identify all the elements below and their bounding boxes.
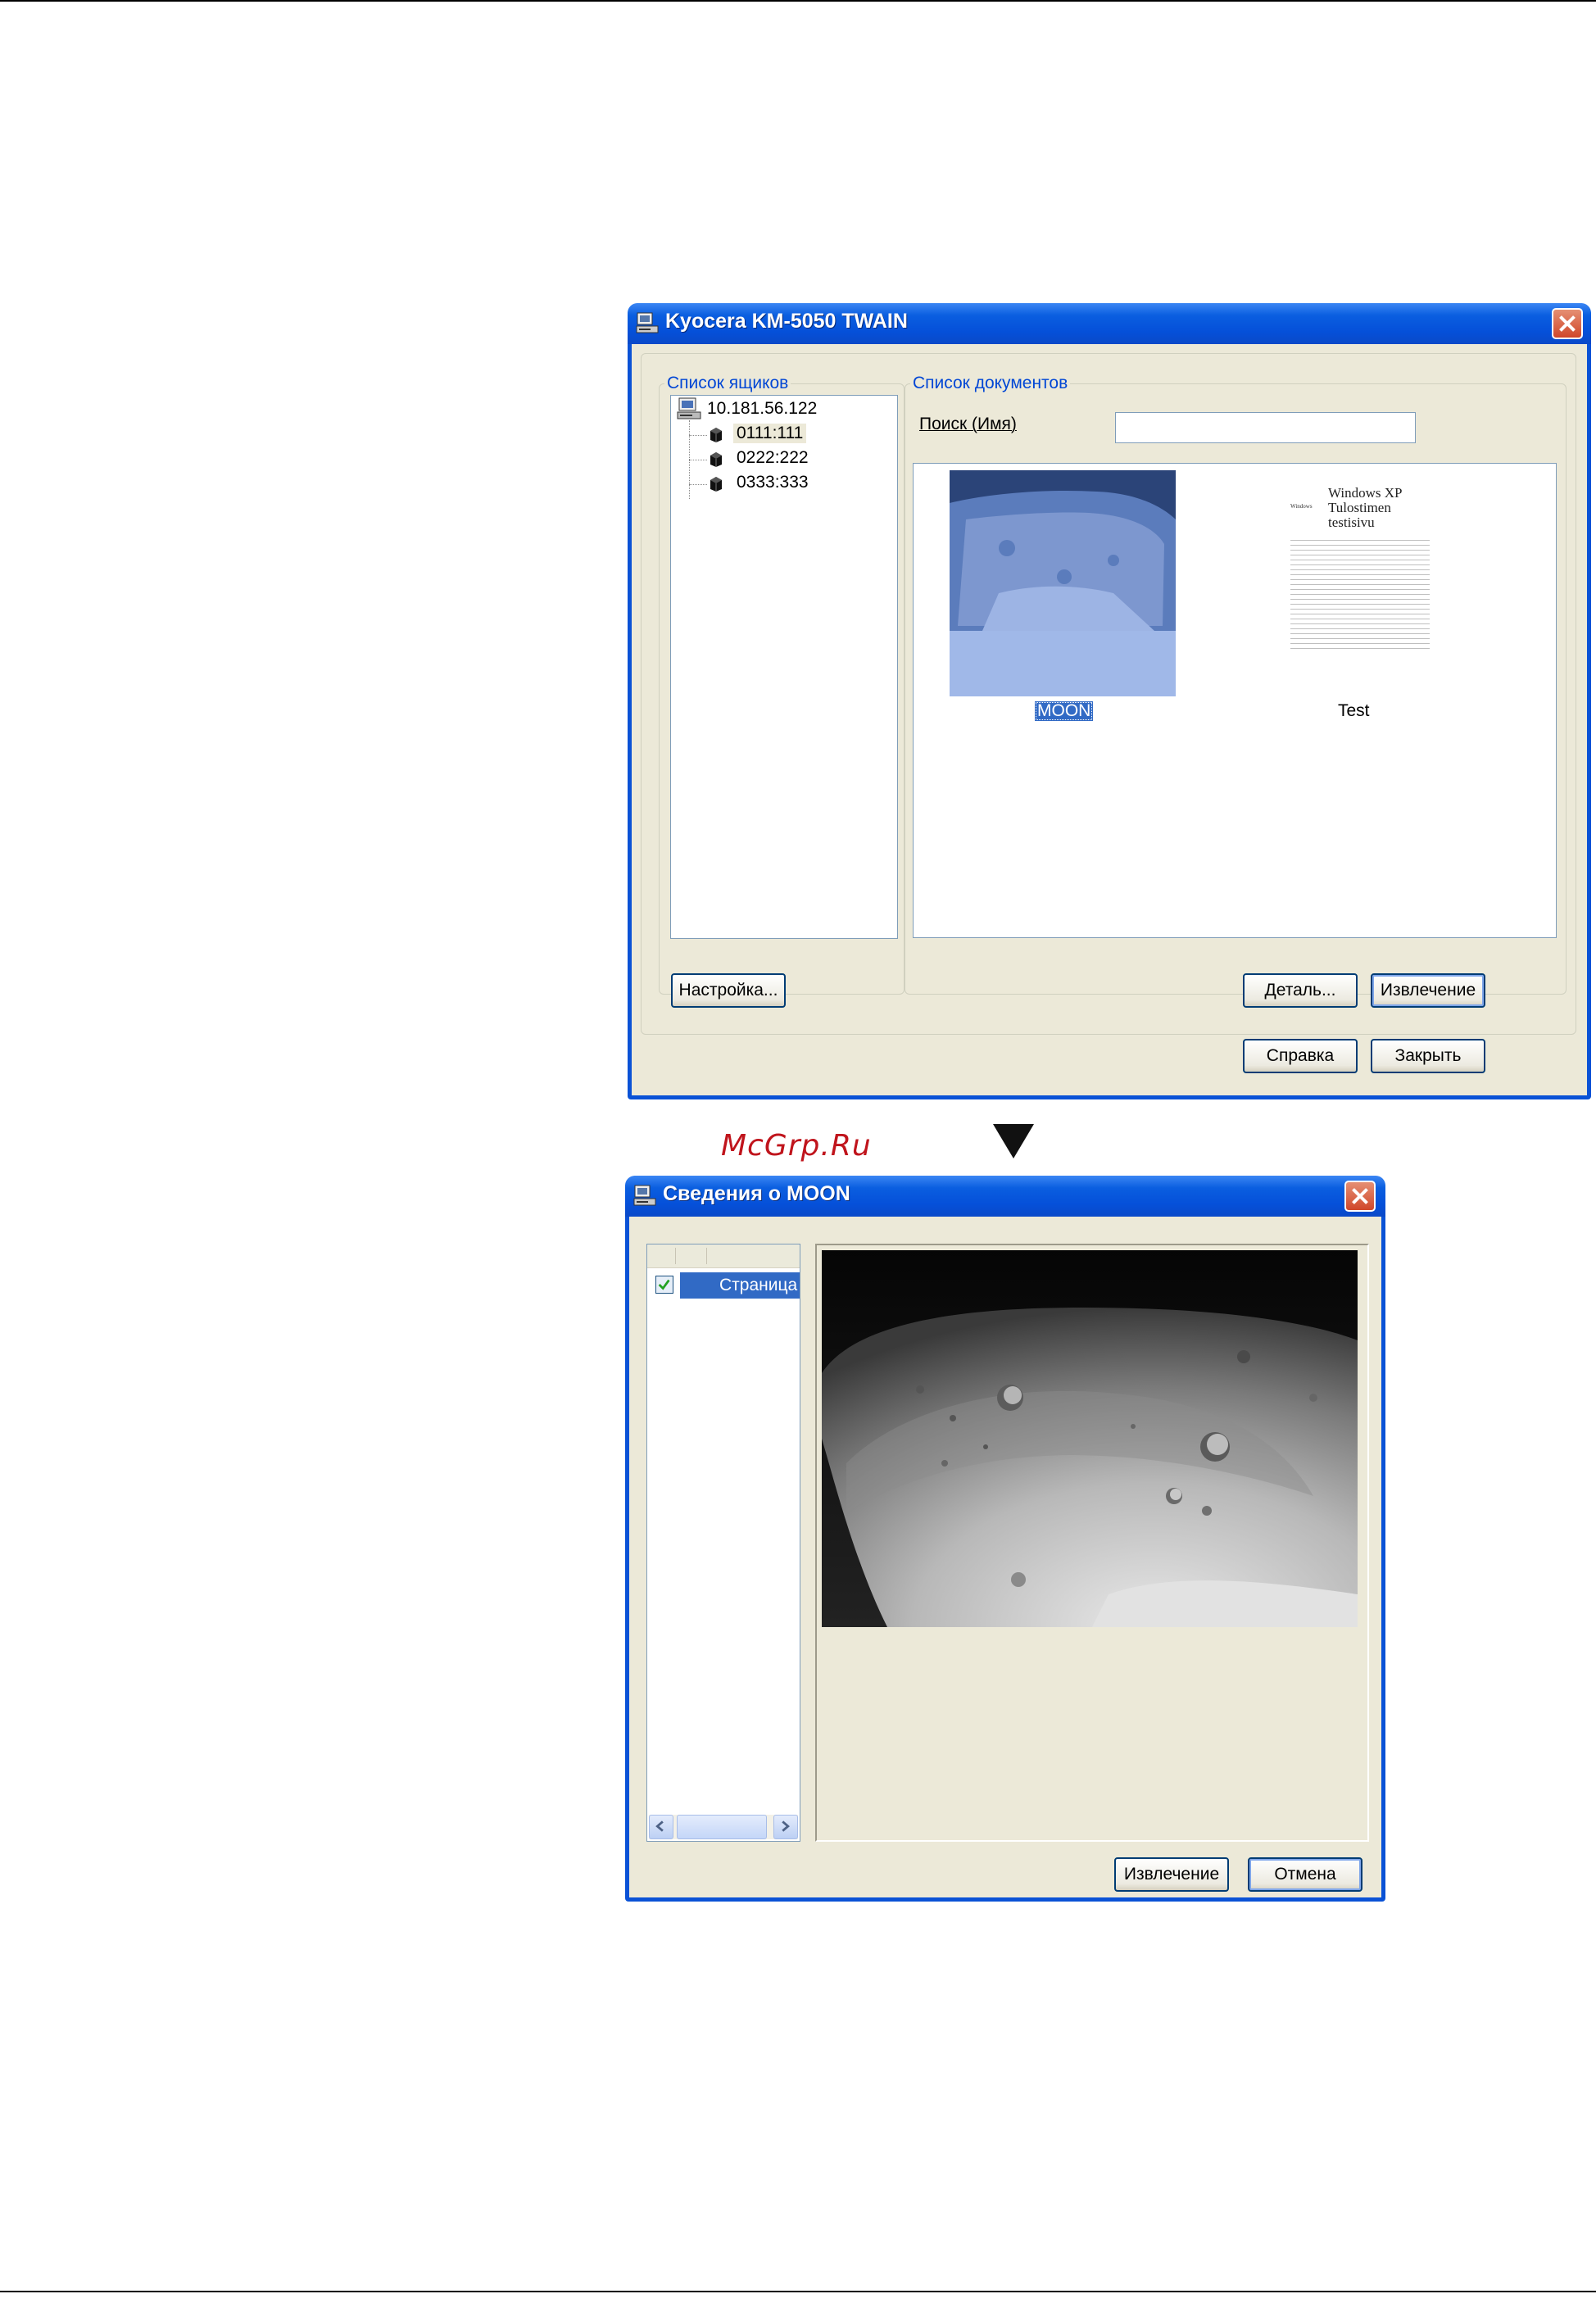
chevron-left-icon (655, 1820, 664, 1832)
search-label: Поиск (Имя) (919, 415, 1017, 433)
details-dialog: Сведения о MOON Страница Извлечение Отме… (625, 1176, 1385, 1902)
test-thumbnail: Windows Windows XP Tulostimen testisivu (1241, 470, 1467, 696)
top-rule (0, 0, 1596, 2)
details-button[interactable]: Деталь... (1243, 973, 1358, 1008)
close-button[interactable]: Закрыть (1371, 1039, 1485, 1073)
tree-root-server[interactable]: 10.181.56.122 (707, 399, 817, 419)
scanner-app-icon (633, 1185, 656, 1206)
watermark-text: McGrp.Ru (721, 1129, 872, 1163)
page-list-header (647, 1244, 800, 1268)
test-label: Test (1338, 701, 1370, 720)
checkmark-icon (658, 1279, 670, 1290)
scroll-thumb[interactable] (677, 1815, 767, 1839)
horizontal-scrollbar[interactable] (649, 1815, 798, 1839)
close-icon[interactable] (1552, 308, 1583, 339)
test-preview-line-1: Windows XP (1328, 485, 1403, 501)
document-item-test[interactable]: Windows Windows XP Tulostimen testisivu … (1241, 470, 1467, 732)
twain-client-area: Список ящиков 10.181.56.122 0111:111 022… (632, 344, 1587, 1095)
close-icon[interactable] (1344, 1181, 1376, 1212)
scroll-left-button[interactable] (649, 1815, 673, 1839)
page-row[interactable]: Страница (647, 1272, 800, 1299)
search-input[interactable] (1115, 412, 1416, 443)
moon-thumbnail (950, 470, 1176, 696)
page-checkbox[interactable] (655, 1276, 673, 1294)
test-preview-line-2: Tulostimen (1328, 500, 1391, 515)
server-icon (677, 397, 701, 419)
preview-pane (815, 1244, 1369, 1842)
chevron-right-icon (782, 1820, 790, 1832)
moon-preview-image (822, 1250, 1358, 1627)
tree-line (689, 484, 707, 485)
moon-label: MOON (1035, 701, 1094, 721)
tree-box-item-0333[interactable]: 0333:333 (737, 473, 809, 492)
down-arrow-icon (993, 1124, 1034, 1158)
tree-line (689, 435, 707, 436)
details-titlebar[interactable]: Сведения о MOON (625, 1176, 1385, 1217)
box-list-legend: Список ящиков (664, 374, 791, 393)
help-button[interactable]: Справка (1243, 1039, 1358, 1073)
document-thumbnails[interactable]: MOON Windows Windows XP Tulostimen testi… (913, 463, 1557, 938)
tree-box-item-0111[interactable]: 0111:111 (733, 424, 807, 443)
twain-title: Kyocera KM-5050 TWAIN (665, 310, 908, 333)
test-preview-body (1290, 536, 1430, 651)
document-item-moon[interactable]: MOON (950, 470, 1176, 732)
test-preview-line-3: testisivu (1328, 515, 1375, 530)
box-icon (710, 452, 722, 467)
box-icon (710, 477, 722, 492)
box-icon (710, 428, 722, 442)
settings-button[interactable]: Настройка... (671, 973, 786, 1008)
twain-dialog: Kyocera KM-5050 TWAIN Список ящиков 10.1… (628, 303, 1591, 1099)
tree-box-item-0222[interactable]: 0222:222 (737, 448, 809, 468)
extract-button[interactable]: Извлечение (1114, 1857, 1229, 1892)
document-list-legend: Список документов (910, 374, 1071, 393)
scroll-right-button[interactable] (773, 1815, 798, 1839)
test-preview-logo: Windows (1290, 503, 1313, 510)
box-tree[interactable]: 10.181.56.122 0111:111 0222:222 0333:333 (670, 395, 898, 939)
details-client-area: Страница Извлечение Отмена (629, 1217, 1381, 1897)
extract-button[interactable]: Извлечение (1371, 973, 1485, 1008)
cancel-button[interactable]: Отмена (1248, 1857, 1362, 1892)
bottom-rule (0, 2291, 1596, 2292)
twain-titlebar[interactable]: Kyocera KM-5050 TWAIN (628, 303, 1591, 344)
details-title: Сведения о MOON (663, 1182, 850, 1205)
scanner-app-icon (636, 312, 659, 333)
page-list[interactable]: Страница (646, 1244, 800, 1842)
page-row-label: Страница (719, 1276, 798, 1294)
